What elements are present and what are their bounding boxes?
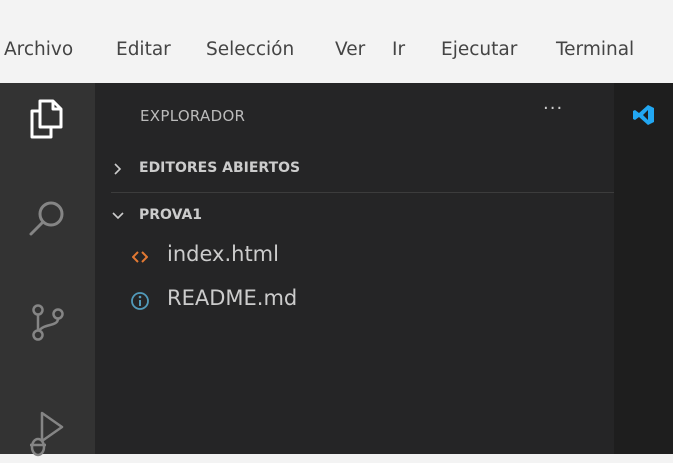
menu-ir[interactable]: Ir [392,38,405,62]
source-control-icon[interactable] [20,295,74,349]
menu-ejecutar[interactable]: Ejecutar [441,38,517,62]
chevron-right-icon [111,162,125,176]
open-editors-label: EDITORES ABIERTOS [139,160,301,176]
section-divider [111,192,614,193]
explorer-sidebar: EXPLORADOR ··· EDITORES ABIERTOS PROVA1 … [95,83,614,454]
html-file-icon [129,246,151,268]
menu-archivo[interactable]: Archivo [4,38,73,62]
menu-ver[interactable]: Ver [335,38,365,62]
more-actions-button[interactable]: ··· [543,98,563,119]
file-name: README.md [167,286,298,310]
files-icon[interactable] [20,93,74,147]
menu-seleccion[interactable]: Selección [206,38,294,62]
open-editors-section[interactable]: EDITORES ABIERTOS [95,154,614,184]
menu-editar[interactable]: Editar [116,38,171,62]
explorer-title: EXPLORADOR [140,107,246,125]
folder-label: PROVA1 [139,207,203,223]
file-item-readme-md[interactable]: README.md [95,282,614,322]
menu-bar: Archivo Editar Selección Ver Ir Ejecutar… [0,0,673,83]
file-name: index.html [167,242,279,266]
file-item-index-html[interactable]: index.html [95,238,614,278]
menu-terminal[interactable]: Terminal [556,38,634,62]
vscode-logo-icon [633,104,655,130]
run-debug-icon[interactable] [20,405,74,459]
chevron-down-icon [111,209,125,223]
editor-area [614,83,673,454]
activity-bar [0,83,95,457]
info-file-icon [129,290,151,312]
search-icon[interactable] [20,193,74,247]
folder-section[interactable]: PROVA1 [95,201,614,231]
